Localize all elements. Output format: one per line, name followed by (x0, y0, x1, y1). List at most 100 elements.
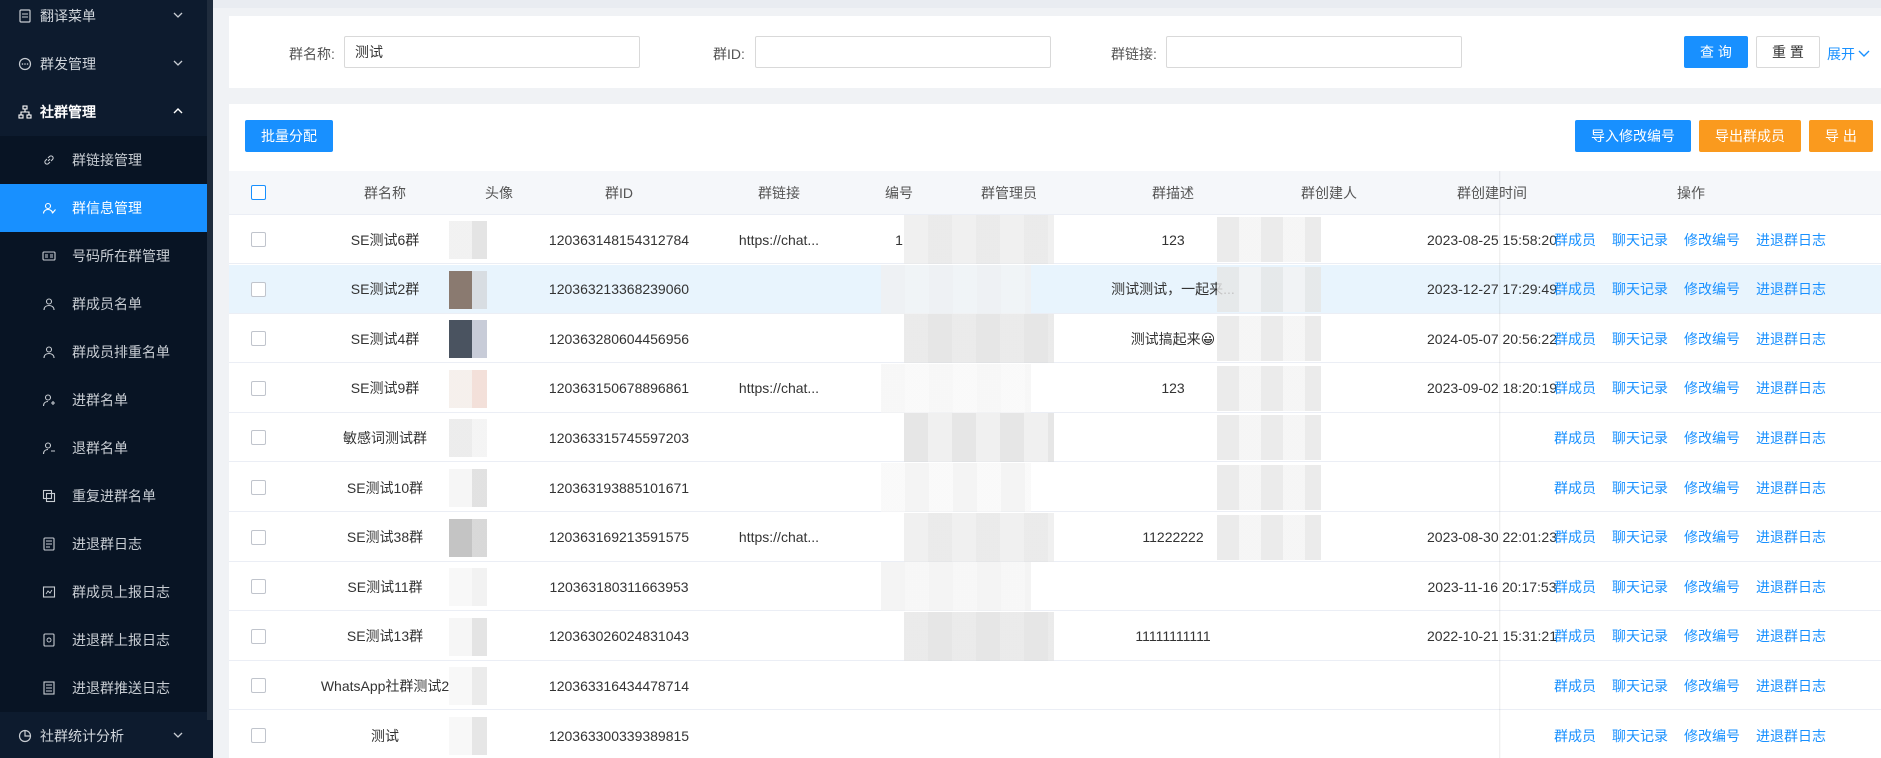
action-join-leave-log[interactable]: 进退群日志 (1756, 364, 1826, 413)
action-join-leave-log[interactable]: 进退群日志 (1756, 463, 1826, 512)
header-actions: 操作 (1677, 185, 1705, 201)
action-modify-number[interactable]: 修改编号 (1684, 215, 1740, 264)
group-admin-avatars (881, 562, 1031, 612)
sidebar-item-member-dedup[interactable]: 群成员排重名单 (0, 328, 207, 376)
export-members-button[interactable]: 导出群成员 (1699, 120, 1801, 152)
sidebar-item-join-leave-report-log[interactable]: 进退群上报日志 (0, 616, 207, 664)
group-name-input[interactable]: 测试 (344, 36, 640, 68)
action-members[interactable]: 群成员 (1554, 265, 1596, 314)
row-checkbox[interactable] (251, 529, 266, 545)
row-checkbox[interactable] (251, 728, 266, 743)
sidebar-item-group-info[interactable]: 群信息管理 (0, 184, 207, 232)
action-modify-number[interactable]: 修改编号 (1684, 364, 1740, 413)
row-checkbox[interactable] (251, 579, 266, 595)
row-checkbox[interactable] (251, 480, 266, 495)
action-join-leave-log[interactable]: 进退群日志 (1756, 612, 1826, 661)
action-members[interactable]: 群成员 (1554, 711, 1596, 758)
action-chat-history[interactable]: 聊天记录 (1612, 314, 1668, 363)
batch-assign-button[interactable]: 批量分配 (245, 120, 333, 152)
avatar (449, 221, 487, 259)
action-modify-number[interactable]: 修改编号 (1684, 314, 1740, 363)
group-link-input[interactable] (1166, 36, 1462, 68)
table-row[interactable]: SE测试13群 120363026024831043 11111111111 2022… (229, 611, 1881, 661)
row-checkbox[interactable] (251, 232, 266, 247)
action-members[interactable]: 群成员 (1554, 562, 1596, 611)
sidebar-item-label: 群信息管理 (72, 200, 142, 216)
expand-link[interactable]: 展开 (1827, 44, 1870, 64)
sidebar-item-group-links[interactable]: 群链接管理 (0, 136, 207, 184)
action-modify-number[interactable]: 修改编号 (1684, 463, 1740, 512)
sidebar-item-member-report-log[interactable]: 群成员上报日志 (0, 568, 207, 616)
query-button[interactable]: 查 询 (1684, 36, 1748, 68)
table-row[interactable]: SE测试38群 120363169213591575 https://chat...… (229, 512, 1881, 562)
action-chat-history[interactable]: 聊天记录 (1612, 463, 1668, 512)
action-members[interactable]: 群成员 (1554, 513, 1596, 562)
action-chat-history[interactable]: 聊天记录 (1612, 661, 1668, 710)
cell-group-desc (1043, 562, 1303, 611)
table-row[interactable]: SE测试2群 120363213368239060 测试测试，一起来... 2023-… (229, 264, 1881, 314)
action-chat-history[interactable]: 聊天记录 (1612, 413, 1668, 462)
export-button[interactable]: 导 出 (1809, 120, 1873, 152)
row-checkbox[interactable] (251, 678, 266, 694)
action-join-leave-log[interactable]: 进退群日志 (1756, 513, 1826, 562)
table-row[interactable]: SE测试9群 120363150678896861 https://chat... 1… (229, 363, 1881, 413)
menu-translate[interactable]: 翻译菜单 (0, 0, 207, 40)
table-row[interactable]: SE测试4群 120363280604456956 测试搞起来😀 2024-05-07… (229, 314, 1881, 364)
action-chat-history[interactable]: 聊天记录 (1612, 513, 1668, 562)
sidebar-item-number-groups[interactable]: 号码所在群管理 (0, 232, 207, 280)
action-join-leave-log[interactable]: 进退群日志 (1756, 661, 1826, 710)
select-all-checkbox[interactable] (251, 185, 266, 200)
menu-community[interactable]: 社群管理 (0, 88, 207, 136)
action-members[interactable]: 群成员 (1554, 463, 1596, 512)
table-row[interactable]: SE测试6群 120363148154312784 https://chat... 1… (229, 215, 1881, 264)
action-join-leave-log[interactable]: 进退群日志 (1756, 711, 1826, 758)
sidebar-item-member-list[interactable]: 群成员名单 (0, 280, 207, 328)
sidebar-item-leave-list[interactable]: 退群名单 (0, 424, 207, 472)
menu-mass-send[interactable]: 群发管理 (0, 40, 207, 88)
action-chat-history[interactable]: 聊天记录 (1612, 612, 1668, 661)
table-row[interactable]: SE测试10群 120363193885101671 群成员 聊天记录 修改编号 进退群日… (229, 463, 1881, 512)
action-chat-history[interactable]: 聊天记录 (1612, 265, 1668, 314)
row-checkbox[interactable] (251, 430, 266, 446)
action-join-leave-log[interactable]: 进退群日志 (1756, 215, 1826, 264)
sidebar-item-repeat-join[interactable]: 重复进群名单 (0, 472, 207, 520)
action-members[interactable]: 群成员 (1554, 314, 1596, 363)
action-members[interactable]: 群成员 (1554, 612, 1596, 661)
table-row[interactable]: WhatsApp社群测试2 120363316434478714 群成员 聊天记录 修改… (229, 661, 1881, 711)
action-modify-number[interactable]: 修改编号 (1684, 413, 1740, 462)
action-members[interactable]: 群成员 (1554, 364, 1596, 413)
action-modify-number[interactable]: 修改编号 (1684, 612, 1740, 661)
action-modify-number[interactable]: 修改编号 (1684, 562, 1740, 611)
action-join-leave-log[interactable]: 进退群日志 (1756, 314, 1826, 363)
action-join-leave-log[interactable]: 进退群日志 (1756, 413, 1826, 462)
reset-button[interactable]: 重 置 (1756, 36, 1820, 68)
sidebar-item-join-leave-push-log[interactable]: 进退群推送日志 (0, 664, 207, 712)
group-id-input[interactable] (755, 36, 1051, 68)
action-chat-history[interactable]: 聊天记录 (1612, 562, 1668, 611)
sidebar-item-join-leave-log[interactable]: 进退群日志 (0, 520, 207, 568)
action-modify-number[interactable]: 修改编号 (1684, 661, 1740, 710)
sidebar-item-join-list[interactable]: 进群名单 (0, 376, 207, 424)
table-row[interactable]: SE测试11群 120363180311663953 2023-11-16 20:1… (229, 562, 1881, 612)
row-checkbox[interactable] (251, 628, 266, 644)
table-row[interactable]: 测试 120363300339389815 群成员 聊天记录 修改编号 进退群日志 (229, 711, 1881, 758)
action-members[interactable]: 群成员 (1554, 661, 1596, 710)
row-checkbox[interactable] (251, 281, 266, 297)
action-chat-history[interactable]: 聊天记录 (1612, 364, 1668, 413)
sidebar-scrollbar[interactable] (207, 0, 213, 720)
menu-community-stats[interactable]: 社群统计分析 (0, 712, 207, 758)
action-modify-number[interactable]: 修改编号 (1684, 711, 1740, 758)
action-modify-number[interactable]: 修改编号 (1684, 265, 1740, 314)
action-members[interactable]: 群成员 (1554, 413, 1596, 462)
group-admin-avatars (881, 264, 1031, 314)
action-chat-history[interactable]: 聊天记录 (1612, 215, 1668, 264)
action-members[interactable]: 群成员 (1554, 215, 1596, 264)
action-join-leave-log[interactable]: 进退群日志 (1756, 265, 1826, 314)
table-row[interactable]: 敏感词测试群 120363315745597203 群成员 聊天记录 修改编号 进退群日志 (229, 413, 1881, 463)
row-checkbox[interactable] (251, 380, 266, 396)
import-modify-number-button[interactable]: 导入修改编号 (1575, 120, 1691, 152)
action-join-leave-log[interactable]: 进退群日志 (1756, 562, 1826, 611)
row-checkbox[interactable] (251, 331, 266, 347)
action-modify-number[interactable]: 修改编号 (1684, 513, 1740, 562)
action-chat-history[interactable]: 聊天记录 (1612, 711, 1668, 758)
